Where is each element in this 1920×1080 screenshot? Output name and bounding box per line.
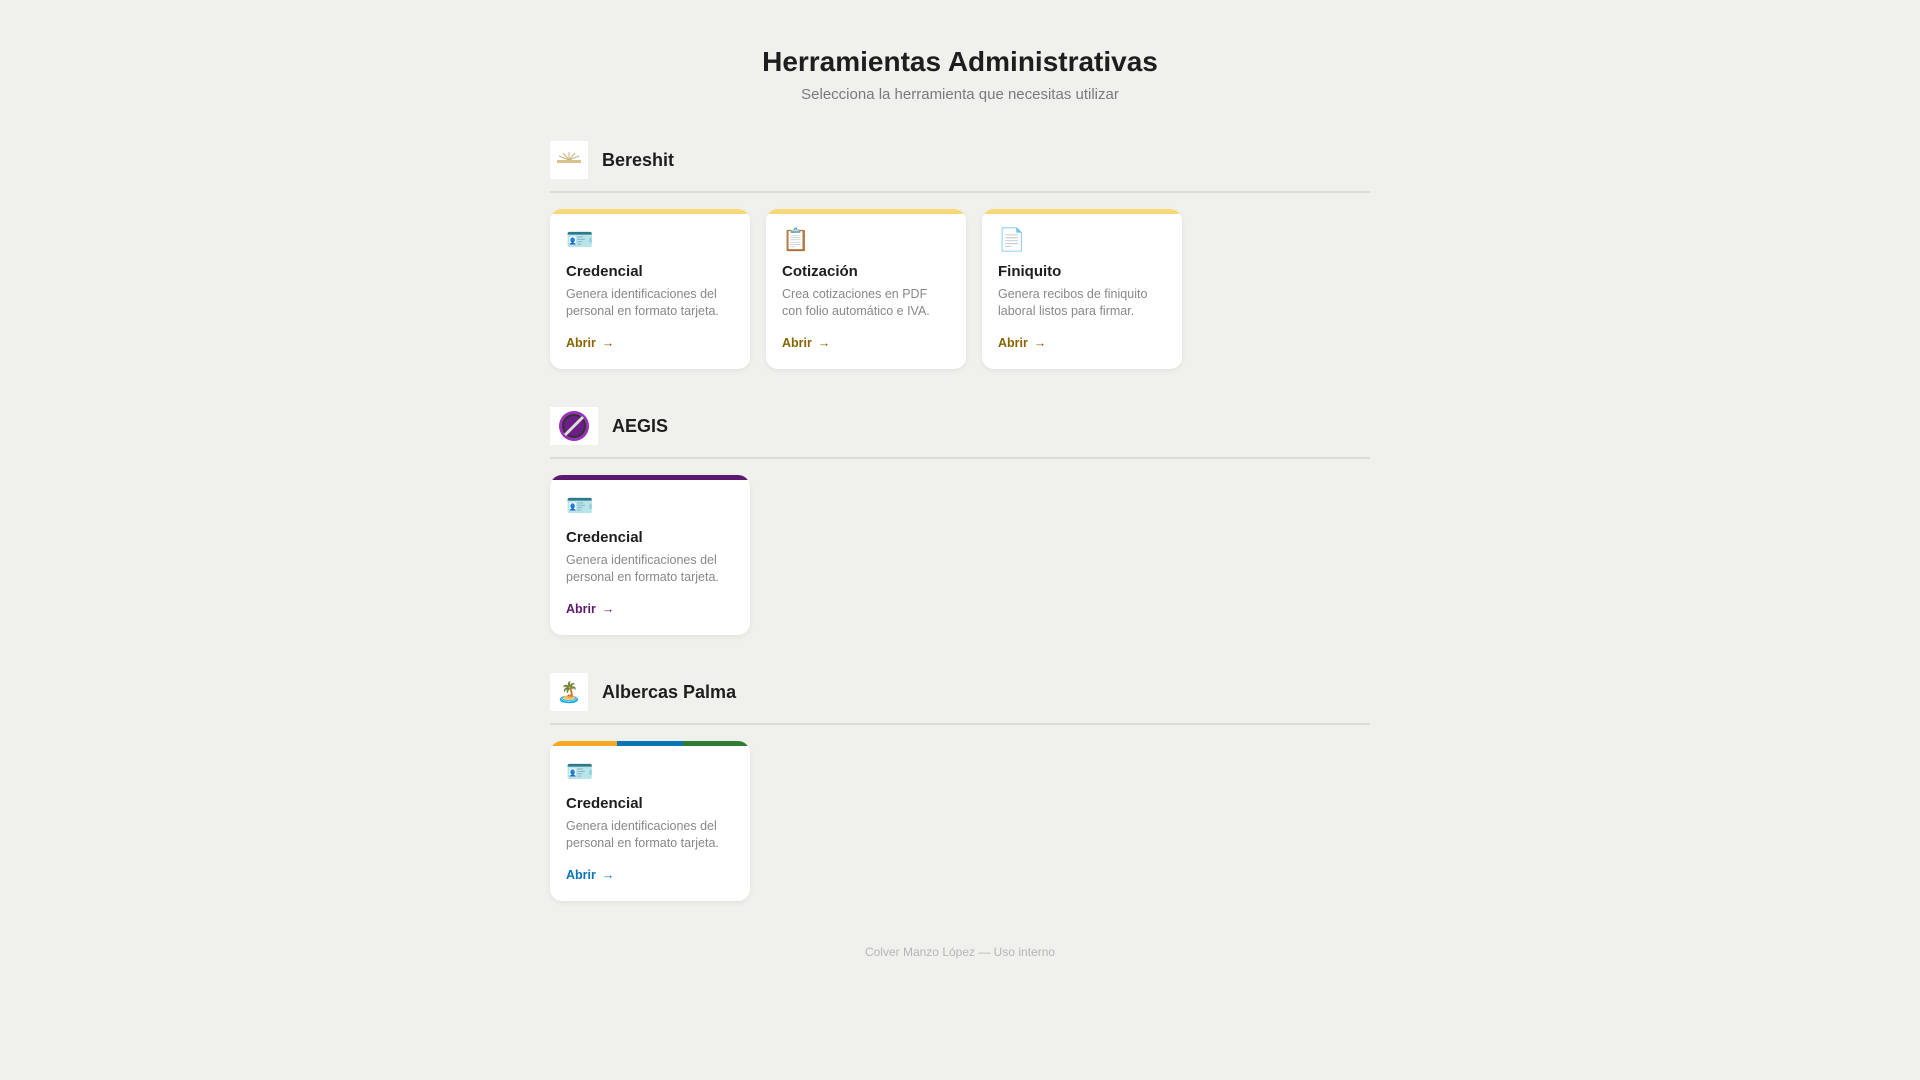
page-subtitle: Selecciona la herramienta que necesitas …: [801, 86, 1119, 103]
card-accent-bar: [550, 209, 750, 214]
arrow-right-icon: →: [601, 868, 615, 882]
tool-card-cotizacion[interactable]: 📋 Cotización Crea cotizaciones en PDF co…: [766, 209, 966, 369]
section-title: Bereshit: [602, 149, 675, 170]
section-header: 🏝️ Albercas Palma: [550, 673, 1370, 725]
page-title: Herramientas Administrativas: [762, 46, 1158, 77]
albercas-palma-logo: 🏝️: [550, 673, 588, 711]
section-header: AEGIS: [550, 407, 1370, 459]
card-description: Genera recibos de finiquito laboral list…: [998, 287, 1148, 318]
card-title: Finiquito: [998, 263, 1062, 280]
card-accent-bar: [550, 475, 750, 480]
card-title: Credencial: [566, 795, 643, 812]
tool-card-credencial[interactable]: 🪪 Credencial Genera identificaciones del…: [550, 475, 750, 635]
section-albercas-palma: 🏝️ Albercas Palma 🪪 Credencial Genera id…: [550, 673, 1370, 901]
section-title: AEGIS: [612, 415, 669, 436]
card-description: Crea cotizaciones en PDF con folio autom…: [782, 287, 930, 318]
card-title: Credencial: [566, 529, 643, 546]
section-bereshit: Bereshit 🪪 Credencial Genera identificac…: [550, 141, 1370, 369]
open-link[interactable]: Abrir →: [782, 336, 830, 350]
open-link[interactable]: Abrir →: [566, 602, 614, 616]
id-card-icon: 🪪: [566, 493, 594, 518]
arrow-right-icon: →: [1033, 336, 1047, 350]
card-accent-bar: [766, 209, 966, 214]
card-description: Genera identificaciones del personal en …: [566, 819, 719, 850]
card-accent-bar: [550, 741, 750, 746]
arrow-right-icon: →: [817, 336, 831, 350]
clipboard-icon: 📋: [782, 227, 810, 252]
tool-card-credencial[interactable]: 🪪 Credencial Genera identificaciones del…: [550, 209, 750, 369]
card-title: Credencial: [566, 263, 643, 280]
bereshit-logo: [550, 141, 588, 179]
footer-text: Colver Manzo López — Uso interno: [864, 945, 1056, 959]
open-link[interactable]: Abrir →: [566, 868, 614, 882]
open-link[interactable]: Abrir →: [998, 336, 1046, 350]
id-card-icon: 🪪: [566, 227, 594, 252]
open-label: Abrir: [566, 868, 596, 882]
section-title: Albercas Palma: [602, 681, 737, 702]
page: Herramientas Administrativas Selecciona …: [550, 0, 1370, 959]
arrow-right-icon: →: [601, 336, 615, 350]
open-label: Abrir: [566, 336, 596, 350]
aegis-logo: [550, 407, 598, 445]
arrow-right-icon: →: [601, 602, 615, 616]
document-icon: 📄: [998, 227, 1026, 252]
open-label: Abrir: [998, 336, 1028, 350]
card-description: Genera identificaciones del personal en …: [566, 287, 719, 318]
section-header: Bereshit: [550, 141, 1370, 193]
card-title: Cotización: [782, 263, 858, 280]
open-label: Abrir: [566, 602, 596, 616]
card-description: Genera identificaciones del personal en …: [566, 553, 719, 584]
open-link[interactable]: Abrir →: [566, 336, 614, 350]
tool-card-credencial[interactable]: 🪪 Credencial Genera identificaciones del…: [550, 741, 750, 901]
section-aegis: AEGIS 🪪 Credencial Genera identificacion…: [550, 407, 1370, 635]
id-card-icon: 🪪: [566, 759, 594, 784]
open-label: Abrir: [782, 336, 812, 350]
tool-card-finiquito[interactable]: 📄 Finiquito Genera recibos de finiquito …: [982, 209, 1182, 369]
card-accent-bar: [982, 209, 1182, 214]
